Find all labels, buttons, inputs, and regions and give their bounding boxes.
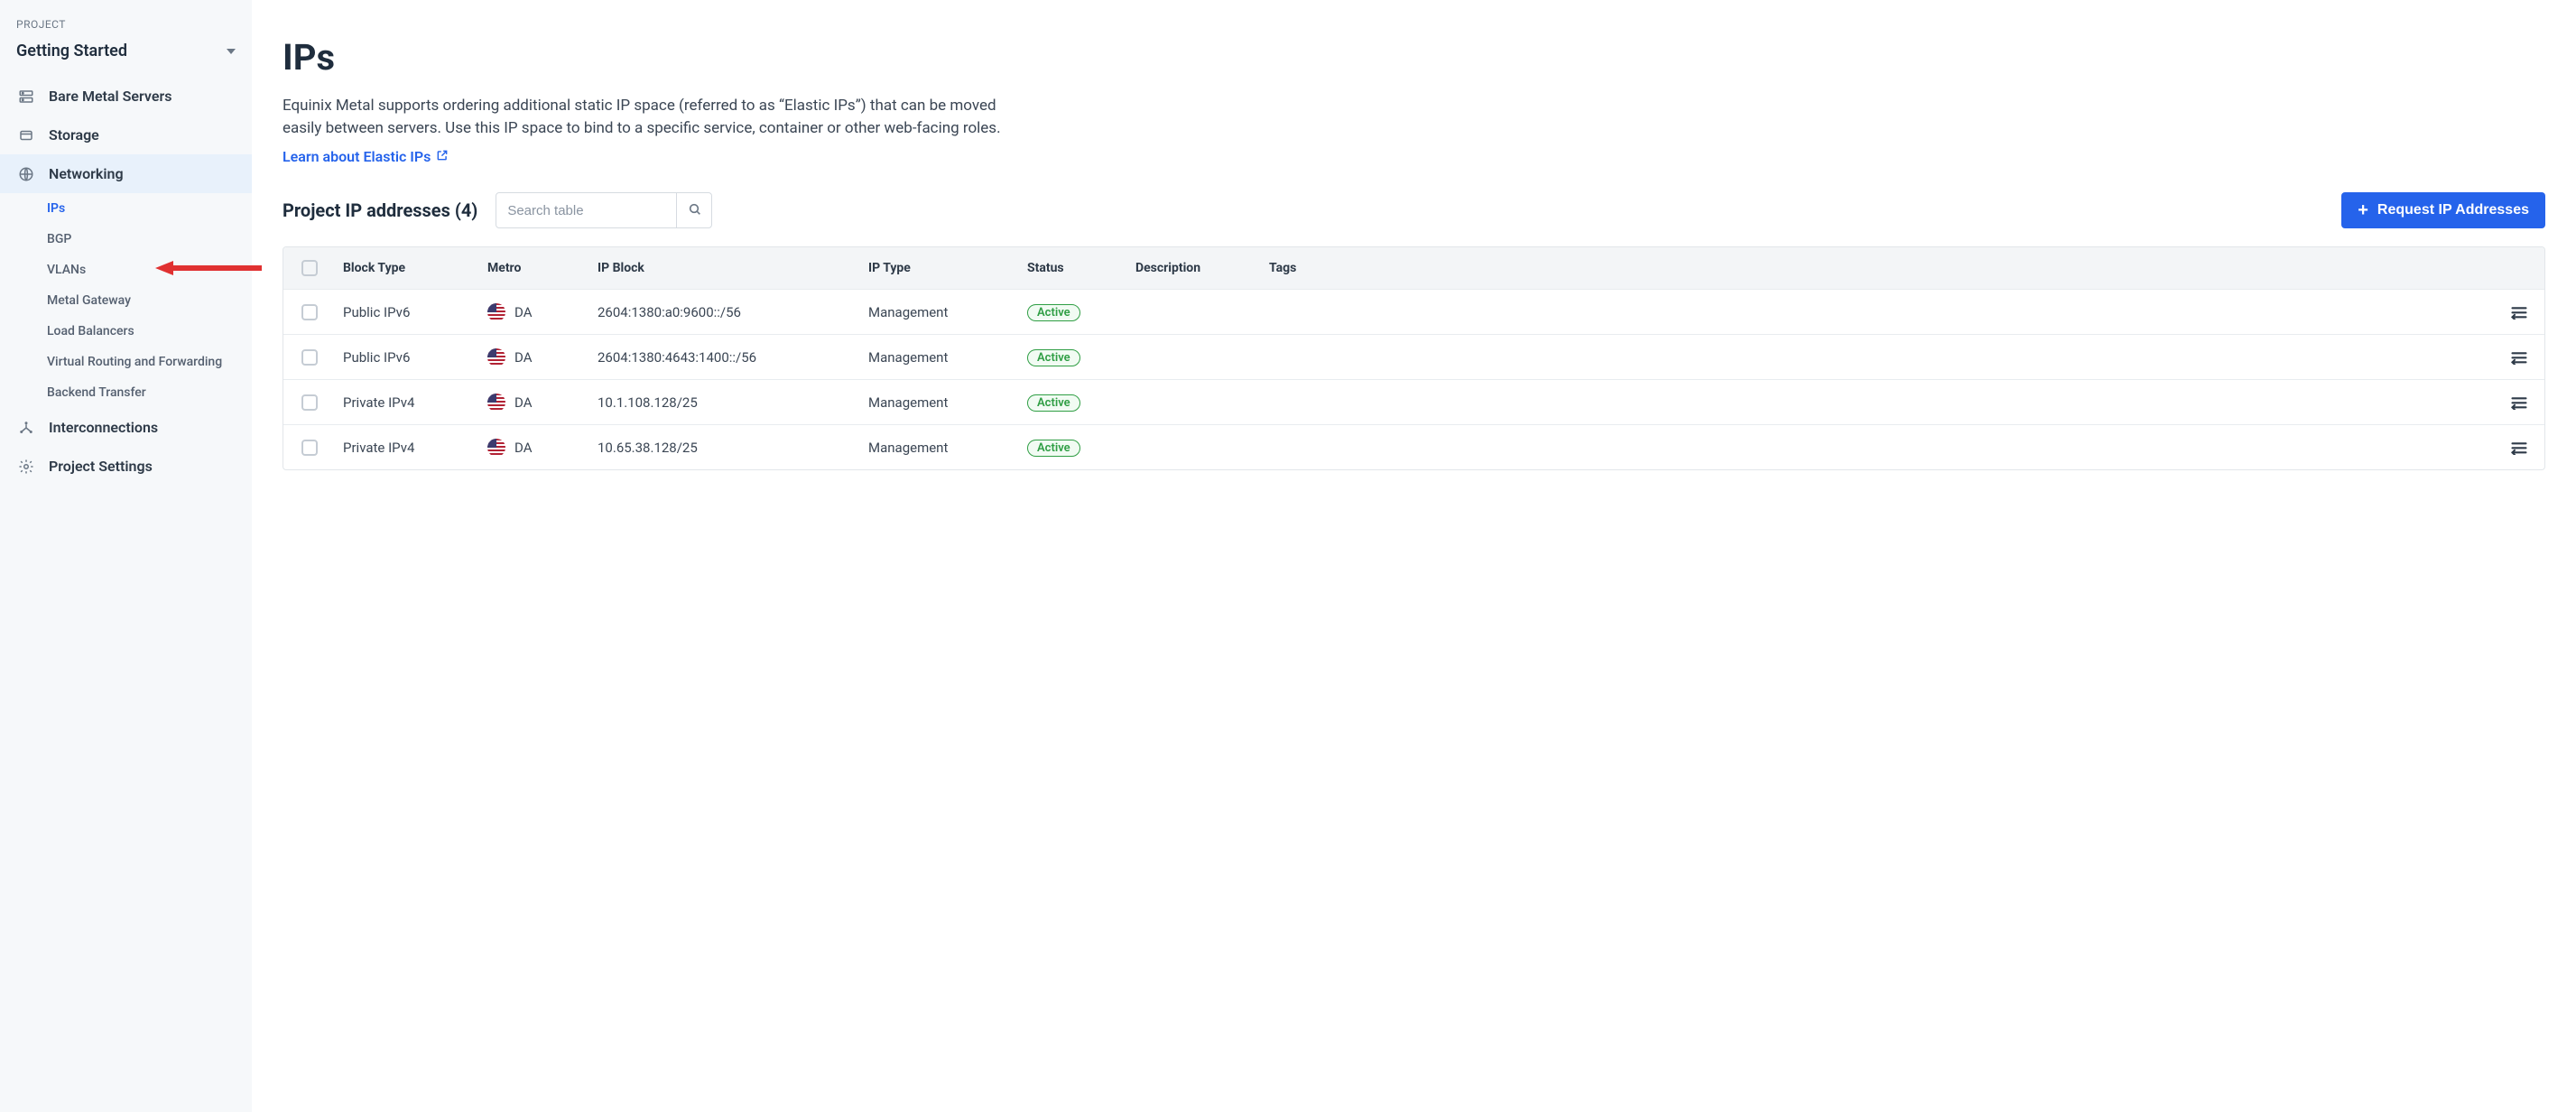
networking-icon: [18, 166, 34, 182]
toolbar: Project IP addresses (4) + Request IP Ad…: [283, 192, 2545, 228]
subnav-vrf[interactable]: Virtual Routing and Forwarding: [47, 347, 252, 377]
col-tags: Tags: [1262, 261, 2490, 275]
col-metro: Metro: [480, 261, 590, 275]
cell-block-type: Public IPv6: [336, 304, 480, 320]
flag-us-icon: [487, 348, 505, 366]
sidebar-item-networking[interactable]: Networking: [0, 154, 252, 193]
subnav-bgp[interactable]: BGP: [47, 224, 252, 255]
cell-ip-block: 10.65.38.128/25: [590, 440, 861, 456]
section-heading: Project IP addresses (4): [283, 199, 477, 221]
subnav-label: BGP: [47, 232, 71, 246]
subnav-ips[interactable]: IPs: [47, 193, 252, 224]
search-wrap: [496, 192, 712, 228]
page-description: Equinix Metal supports ordering addition…: [283, 95, 1023, 139]
cell-block-type: Private IPv4: [336, 394, 480, 411]
sidebar: PROJECT Getting Started Bare Metal Serve…: [0, 0, 252, 1112]
status-badge: Active: [1027, 394, 1080, 412]
sidebar-item-interconnections[interactable]: Interconnections: [0, 408, 252, 447]
flag-us-icon: [487, 303, 505, 321]
table-row: Private IPv4 DA 10.65.38.128/25 Manageme…: [283, 424, 2544, 469]
subnav-label: VLANs: [47, 263, 86, 277]
subnav-label: Backend Transfer: [47, 385, 146, 400]
subnav-metal-gateway[interactable]: Metal Gateway: [47, 285, 252, 316]
cell-ip-type: Management: [861, 304, 1020, 320]
gear-icon: [18, 459, 34, 475]
status-badge: Active: [1027, 304, 1080, 321]
subnav-label: IPs: [47, 201, 65, 216]
table-row: Private IPv4 DA 10.1.108.128/25 Manageme…: [283, 379, 2544, 424]
networking-subnav: IPs BGP VLANs Metal Gateway Load Balance…: [0, 193, 252, 408]
cell-ip-block: 10.1.108.128/25: [590, 394, 861, 411]
flag-us-icon: [487, 439, 505, 457]
cell-ip-type: Management: [861, 440, 1020, 456]
learn-link[interactable]: Learn about Elastic IPs: [283, 148, 449, 165]
page-title: IPs: [283, 36, 2545, 79]
main-content: IPs Equinix Metal supports ordering addi…: [252, 0, 2576, 1112]
sidebar-item-label: Storage: [49, 126, 99, 144]
search-icon: [688, 202, 702, 219]
subnav-load-balancers[interactable]: Load Balancers: [47, 316, 252, 347]
subnav-label: Load Balancers: [47, 324, 134, 338]
row-checkbox[interactable]: [301, 394, 318, 411]
col-ip-type: IP Type: [861, 261, 1020, 275]
storage-icon: [18, 127, 34, 144]
cell-ip-block: 2604:1380:a0:9600::/56: [590, 304, 861, 320]
row-checkbox[interactable]: [301, 440, 318, 456]
cell-metro: DA: [514, 394, 532, 411]
sidebar-item-label: Networking: [49, 165, 124, 182]
search-button[interactable]: [676, 192, 712, 228]
cell-block-type: Private IPv4: [336, 440, 480, 456]
cell-metro: DA: [514, 349, 532, 366]
cell-block-type: Public IPv6: [336, 349, 480, 366]
subnav-vlans[interactable]: VLANs: [47, 255, 252, 285]
cell-ip-type: Management: [861, 349, 1020, 366]
row-checkbox[interactable]: [301, 304, 318, 320]
row-checkbox[interactable]: [301, 349, 318, 366]
sidebar-item-label: Project Settings: [49, 458, 153, 475]
row-actions-icon[interactable]: [2510, 395, 2528, 410]
learn-link-text: Learn about Elastic IPs: [283, 148, 431, 165]
cell-ip-type: Management: [861, 394, 1020, 411]
row-actions-icon[interactable]: [2510, 440, 2528, 455]
flag-us-icon: [487, 394, 505, 412]
status-badge: Active: [1027, 440, 1080, 457]
sidebar-item-label: Bare Metal Servers: [49, 88, 171, 105]
sidebar-item-storage[interactable]: Storage: [0, 116, 252, 154]
sidebar-item-label: Interconnections: [49, 419, 158, 436]
row-actions-icon[interactable]: [2510, 350, 2528, 365]
arrow-annotation-icon: [155, 257, 264, 283]
row-actions-icon[interactable]: [2510, 305, 2528, 320]
select-all-checkbox[interactable]: [301, 260, 318, 276]
table-row: Public IPv6 DA 2604:1380:4643:1400::/56 …: [283, 334, 2544, 379]
table-row: Public IPv6 DA 2604:1380:a0:9600::/56 Ma…: [283, 289, 2544, 334]
request-ip-button[interactable]: + Request IP Addresses: [2341, 192, 2545, 228]
project-selector[interactable]: Getting Started: [0, 36, 252, 77]
servers-icon: [18, 88, 34, 105]
subnav-backend-transfer[interactable]: Backend Transfer: [47, 377, 252, 408]
project-label: PROJECT: [0, 18, 252, 36]
plus-icon: +: [2358, 201, 2368, 219]
sidebar-item-servers[interactable]: Bare Metal Servers: [0, 77, 252, 116]
subnav-label: Metal Gateway: [47, 293, 131, 308]
external-link-icon: [436, 148, 449, 165]
cell-metro: DA: [514, 304, 532, 320]
col-ip-block: IP Block: [590, 261, 861, 275]
subnav-label: Virtual Routing and Forwarding: [47, 355, 222, 369]
table-header: Block Type Metro IP Block IP Type Status…: [283, 247, 2544, 289]
cell-ip-block: 2604:1380:4643:1400::/56: [590, 349, 861, 366]
status-badge: Active: [1027, 349, 1080, 366]
col-description: Description: [1128, 261, 1262, 275]
col-block-type: Block Type: [336, 261, 480, 275]
interconnections-icon: [18, 420, 34, 436]
project-name: Getting Started: [16, 42, 127, 60]
button-label: Request IP Addresses: [2377, 202, 2529, 218]
col-status: Status: [1020, 261, 1128, 275]
sidebar-item-project-settings[interactable]: Project Settings: [0, 447, 252, 486]
cell-metro: DA: [514, 440, 532, 456]
chevron-down-icon: [227, 49, 236, 54]
ip-table: Block Type Metro IP Block IP Type Status…: [283, 246, 2545, 470]
